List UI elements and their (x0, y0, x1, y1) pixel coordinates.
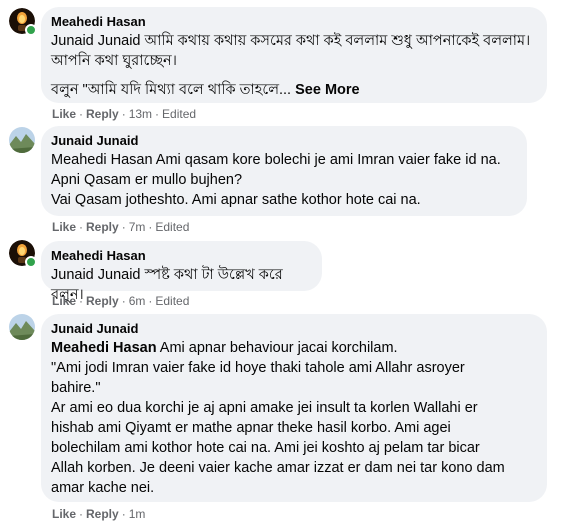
edited-label: Edited (155, 294, 190, 308)
comment-line: amar kache nei. (51, 480, 155, 496)
comment-time[interactable]: 13m (129, 107, 152, 121)
like-button[interactable]: Like (52, 507, 76, 521)
comment-line: bahire." (51, 380, 101, 396)
comment-text: Junaid Junaid আমি কথায় কথায় কসমের কথা … (51, 31, 535, 100)
comment-line: Ar ami eo dua korchi je aj apni amake je… (51, 400, 478, 416)
separator: · (121, 507, 126, 521)
mention-link[interactable]: Meahedi Hasan (51, 340, 157, 356)
comment-line: আপনি কথা ঘুরাচ্ছেন। (51, 53, 177, 69)
separator: · (121, 107, 126, 121)
comment-line-text: বলুন "আমি যদি মিথ্যা বলে থাকি তাহলে... (51, 82, 292, 98)
comment-line: Allah korben. Je deeni vaier kache amar … (51, 460, 505, 476)
comment-time[interactable]: 1m (129, 507, 146, 521)
comment-line: bolechilam ami kothor hote cai na. Ami j… (51, 440, 480, 456)
comment-author[interactable]: Meahedi Hasan (51, 248, 310, 264)
separator: · (121, 294, 126, 308)
separator: · (79, 107, 84, 121)
separator: · (148, 294, 153, 308)
avatar-junaid[interactable] (9, 127, 35, 153)
separator: · (79, 294, 84, 308)
comment-time[interactable]: 6m (129, 294, 146, 308)
separator: · (121, 220, 126, 234)
comment-line: "Ami jodi Imran vaier fake id hoye thaki… (51, 360, 465, 376)
comment-actions: Like · Reply · 7m · Edited (52, 219, 189, 235)
comment-text: Meahedi Hasan Ami qasam kore bolechi je … (51, 150, 515, 210)
reply-button[interactable]: Reply (86, 294, 119, 308)
comment-bubble: Junaid Junaid Meahedi Hasan Ami apnar be… (41, 314, 547, 502)
avatar-junaid[interactable] (9, 314, 35, 340)
comment-line: Meahedi Hasan Ami apnar behaviour jacai … (51, 338, 535, 358)
comment-time[interactable]: 7m (129, 220, 146, 234)
separator: · (148, 220, 153, 234)
reply-button[interactable]: Reply (86, 220, 119, 234)
see-more-link[interactable]: See More (295, 82, 359, 98)
comment-line-text: Ami apnar behaviour jacai korchilam. (156, 340, 398, 356)
separator: · (79, 507, 84, 521)
avatar-image (9, 127, 35, 153)
comment-author[interactable]: Junaid Junaid (51, 133, 515, 149)
online-status-indicator (25, 24, 37, 36)
comment-line: hishab ami Qiyamt er mathe apnar theke h… (51, 420, 451, 436)
comment-actions: Like · Reply · 6m · Edited (52, 293, 189, 309)
separator: · (155, 107, 160, 121)
edited-label: Edited (162, 107, 197, 121)
like-button[interactable]: Like (52, 294, 76, 308)
reply-button[interactable]: Reply (86, 107, 119, 121)
comment-line: Meahedi Hasan Ami qasam kore bolechi je … (51, 152, 501, 168)
separator: · (79, 220, 84, 234)
comment-line: Junaid Junaid আমি কথায় কথায় কসমের কথা … (51, 33, 531, 49)
comment-bubble: Meahedi Hasan Junaid Junaid আমি কথায় কথ… (41, 7, 547, 103)
comment-actions: Like · Reply · 13m · Edited (52, 106, 196, 122)
comment-bubble: Meahedi Hasan Junaid Junaid স্পষ্ট কথা ট… (41, 241, 322, 303)
comment-author[interactable]: Junaid Junaid (51, 321, 535, 337)
like-button[interactable]: Like (52, 220, 76, 234)
like-button[interactable]: Like (52, 107, 76, 121)
reply-button[interactable]: Reply (86, 507, 119, 521)
comment-line: Vai Qasam jotheshto. Ami apnar sathe kot… (51, 192, 421, 208)
comment-bubble: Junaid Junaid Meahedi Hasan Ami qasam ko… (41, 126, 527, 216)
comment-actions: Like · Reply · 1m (52, 506, 145, 522)
comment-line: বলুন "আমি যদি মিথ্যা বলে থাকি তাহলে... S… (51, 80, 535, 100)
comment-text: Meahedi Hasan Ami apnar behaviour jacai … (51, 338, 535, 498)
edited-label: Edited (155, 220, 190, 234)
comment-author[interactable]: Meahedi Hasan (51, 14, 535, 30)
comment-line: Apni Qasam er mullo bujhen? (51, 172, 243, 188)
online-status-indicator (25, 256, 37, 268)
avatar-image (9, 314, 35, 340)
